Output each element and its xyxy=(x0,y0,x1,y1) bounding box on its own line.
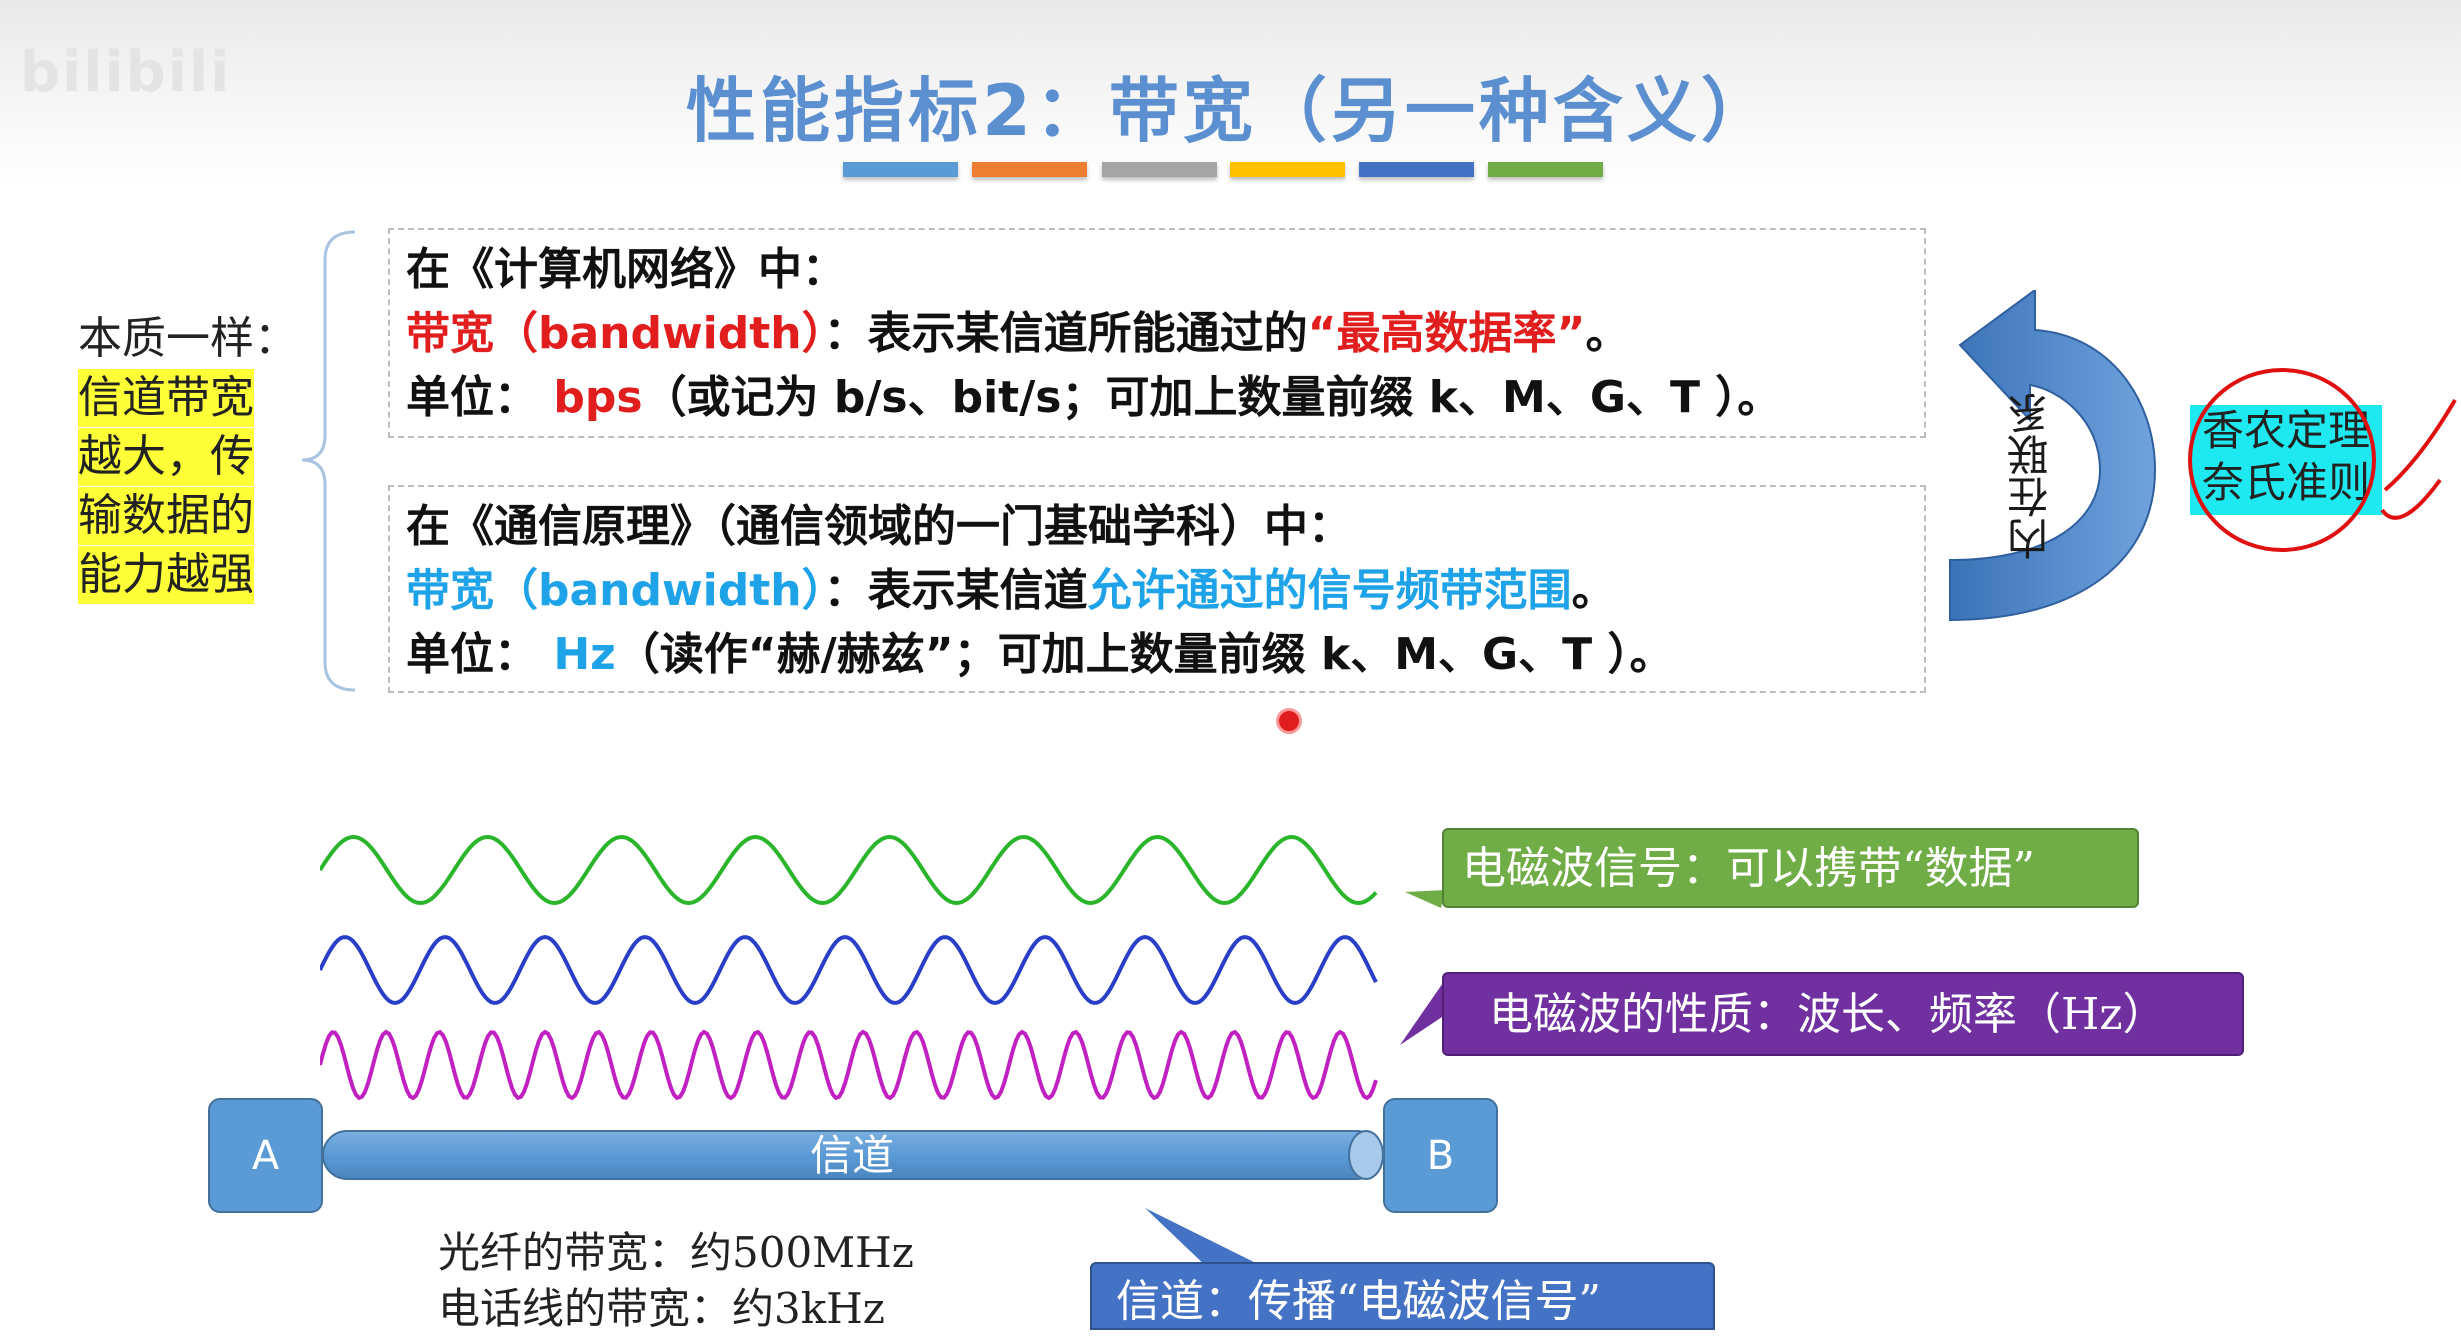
pipe-end-cap xyxy=(1348,1130,1384,1180)
definition-box-networks: 在《计算机网络》中： 带宽（bandwidth）：表示某信道所能通过的“最高数据… xyxy=(388,228,1926,438)
unit-value: bps xyxy=(553,372,643,423)
left-brace xyxy=(301,230,356,692)
color-bar-2 xyxy=(972,162,1087,177)
unit-line: 单位： bps（或记为 b/s、bit/s；可加上数量前缀 k、M、G、T ）。 xyxy=(406,366,1924,430)
waves-diagram xyxy=(320,834,1378,1100)
fiber-bandwidth: 光纤的带宽：约500MHz xyxy=(438,1228,914,1277)
definition-line: 带宽（bandwidth）：表示某信道允许通过的信号频带范围。 xyxy=(406,559,1924,623)
side-note-line: 能力越强 xyxy=(78,546,254,604)
side-note-line: 越大，传 xyxy=(78,428,254,486)
phone-bandwidth: 电话线的带宽：约3kHz xyxy=(438,1284,885,1333)
definition-text: ：表示某信道 xyxy=(823,565,1088,616)
laser-pointer xyxy=(1276,708,1302,734)
definition-line: 带宽（bandwidth）：表示某信道所能通过的“最高数据率”。 xyxy=(406,302,1924,366)
box-heading: 在《通信原理》（通信领域的一门基础学科）中： xyxy=(406,501,1352,552)
blue-wave xyxy=(320,934,1378,1006)
node-a: A xyxy=(208,1098,323,1213)
green-wave xyxy=(320,834,1378,906)
term: 带宽（bandwidth） xyxy=(406,565,824,616)
purple-callout-text: 电磁波的性质：波长、频率（Hz） xyxy=(1442,972,2244,1056)
side-note-line: 信道带宽 xyxy=(78,369,254,427)
term: 带宽（bandwidth） xyxy=(406,308,824,359)
unit-rest: （或记为 b/s、bit/s；可加上数量前缀 k、M、G、T ）。 xyxy=(642,372,1782,423)
blue-callout-text: 信道：传播“电磁波信号” xyxy=(1090,1262,1715,1330)
color-bar-1 xyxy=(843,162,958,177)
side-note-line: 输数据的 xyxy=(78,487,254,545)
box-heading: 在《计算机网络》中： xyxy=(406,244,846,295)
color-bar-6 xyxy=(1488,162,1603,177)
ink-circle-annotation xyxy=(2188,368,2457,552)
definition-text: ：表示某信道所能通过的 xyxy=(823,308,1308,359)
relation-label: 内在联系 xyxy=(2006,392,2055,560)
unit-line: 单位： Hz（读作“赫/赫兹”；可加上数量前缀 k、M、G、T ）。 xyxy=(406,623,1924,687)
unit-rest: （读作“赫/赫兹”；可加上数量前缀 k、M、G、T ）。 xyxy=(615,629,1674,680)
definition-highlight: “最高数据率” xyxy=(1307,308,1586,359)
channel-pipe: 信道 xyxy=(322,1130,1382,1180)
bandwidth-examples: 光纤的带宽：约500MHz 电话线的带宽：约3kHz xyxy=(438,1225,914,1337)
color-bar-4 xyxy=(1230,162,1345,177)
definition-highlight: 允许通过的信号频带范围 xyxy=(1087,565,1572,616)
definition-end: 。 xyxy=(1571,565,1616,616)
definition-end: 。 xyxy=(1585,308,1630,359)
color-bar-5 xyxy=(1359,162,1474,177)
slide-title: 性能指标2：带宽（另一种含义） xyxy=(686,70,1775,152)
side-note: 本质一样： 信道带宽 越大，传 输数据的 能力越强 xyxy=(78,310,298,604)
unit-value: Hz xyxy=(553,629,616,680)
definition-box-communication: 在《通信原理》（通信领域的一门基础学科）中： 带宽（bandwidth）：表示某… xyxy=(388,485,1926,693)
side-note-heading: 本质一样： xyxy=(78,313,298,364)
node-b: B xyxy=(1383,1098,1498,1213)
color-bar-3 xyxy=(1102,162,1217,177)
magenta-wave xyxy=(320,1029,1378,1100)
green-callout-text: 电磁波信号：可以携带“数据” xyxy=(1442,828,2139,908)
unit-label: 单位： xyxy=(406,372,538,423)
unit-label: 单位： xyxy=(406,629,538,680)
